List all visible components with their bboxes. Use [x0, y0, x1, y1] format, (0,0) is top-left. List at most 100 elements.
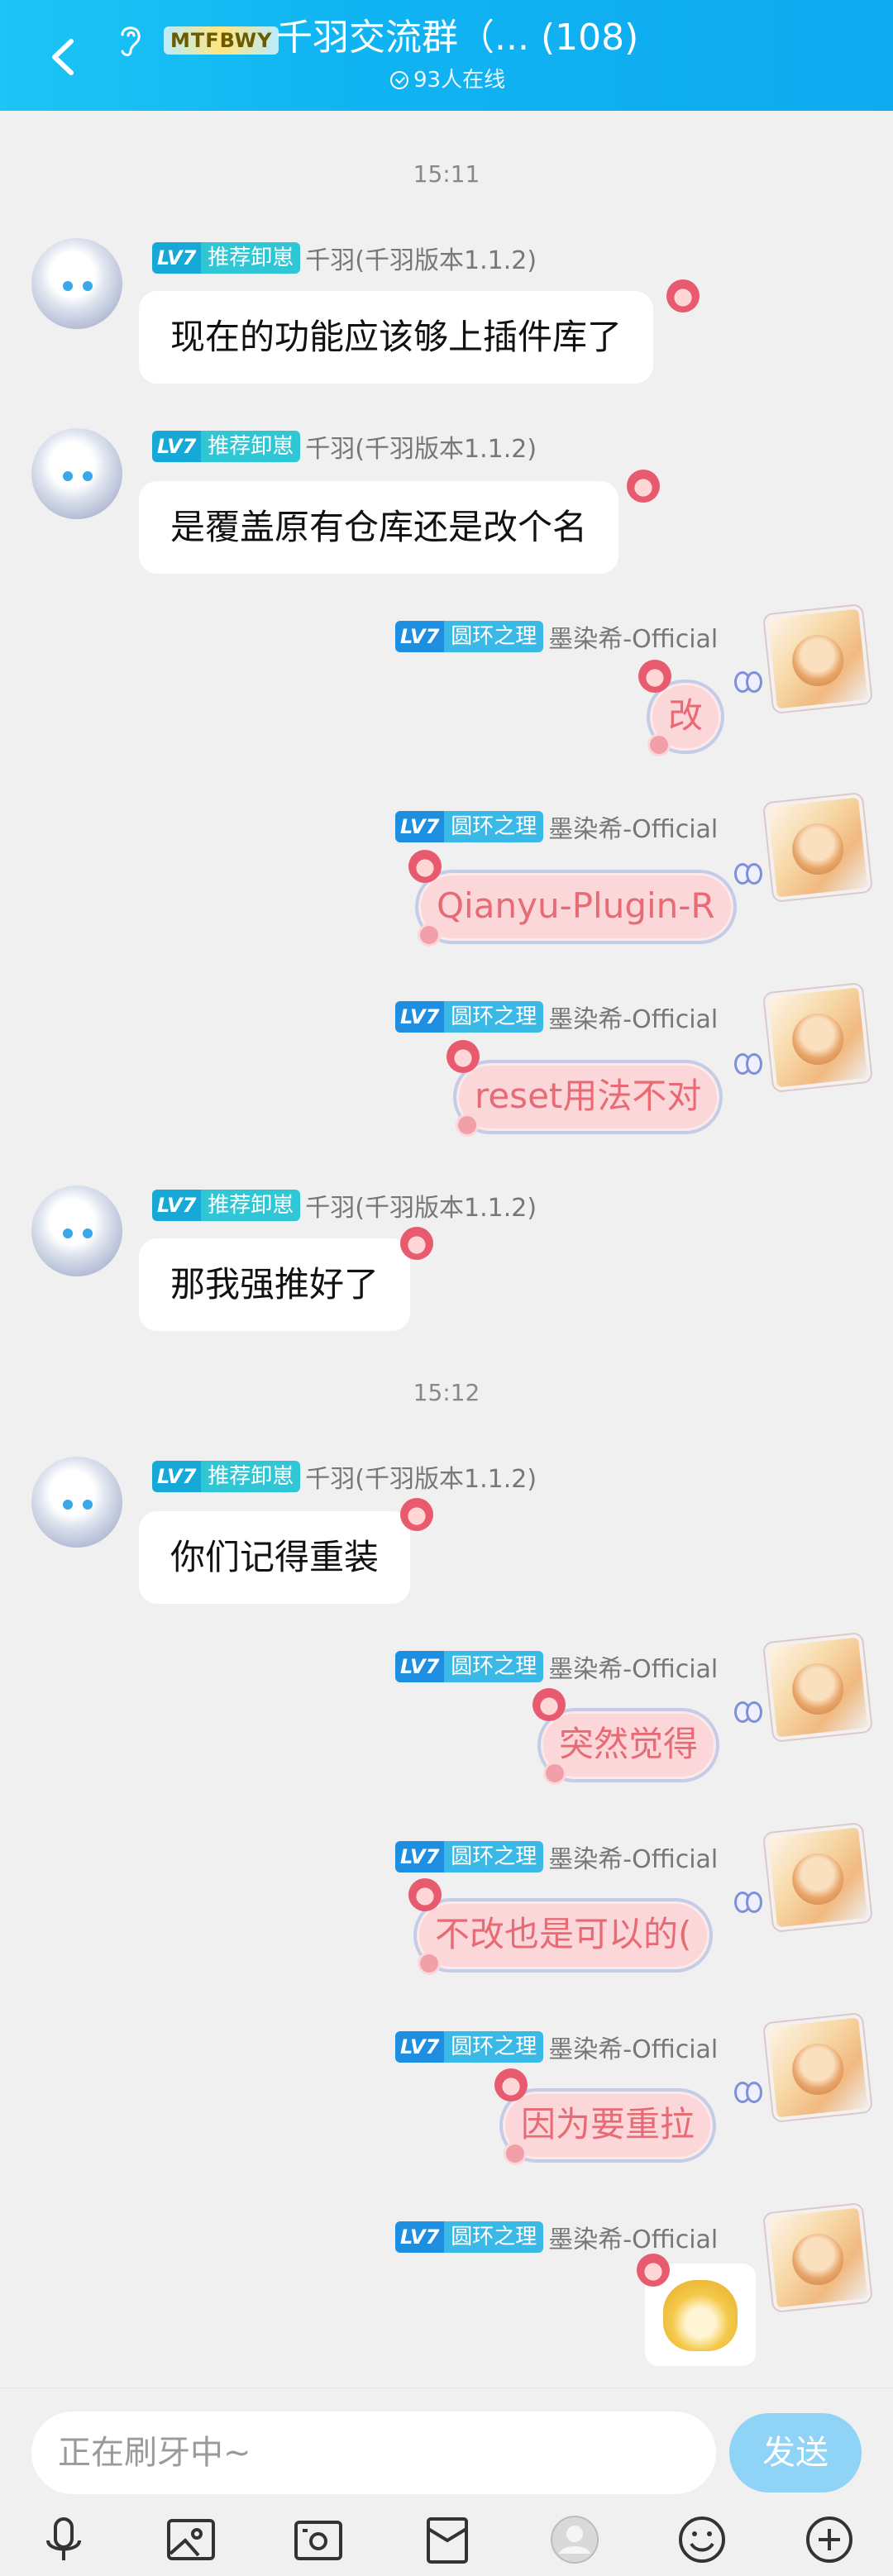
member-title: 圆环之理: [444, 1651, 544, 1682]
sender-line: LV7 圆环之理 墨染希-Official: [395, 2029, 718, 2065]
red-packet-icon[interactable]: [418, 2511, 476, 2569]
level-badge: LV7 推荐卸崽: [152, 1461, 301, 1492]
bubble-decoration-icon: [446, 1040, 480, 1073]
bow-decoration-icon: [734, 860, 762, 885]
message-bubble[interactable]: 因为要重拉: [499, 2088, 717, 2163]
chat-title[interactable]: 千羽交流群（... (108): [276, 15, 638, 61]
level-number: LV7: [152, 1461, 202, 1492]
level-number: LV7: [395, 621, 445, 652]
image-icon[interactable]: [162, 2511, 220, 2569]
member-title: 圆环之理: [444, 621, 544, 652]
level-badge: LV7 推荐卸崽: [152, 1190, 301, 1221]
bubble-decoration-icon: [637, 2254, 670, 2287]
member-title: 圆环之理: [444, 2031, 544, 2063]
message-bubble[interactable]: 是覆盖原有仓库还是改个名: [139, 481, 619, 574]
member-title: 圆环之理: [444, 1001, 544, 1033]
level-badge: LV7 圆环之理: [395, 811, 544, 842]
level-number: LV7: [395, 2031, 445, 2063]
avatar-icon[interactable]: [546, 2511, 604, 2569]
avatar[interactable]: [31, 238, 122, 329]
sender-name[interactable]: 墨染希-Official: [548, 2029, 718, 2065]
avatar[interactable]: [31, 1457, 122, 1548]
level-number: LV7: [152, 242, 202, 274]
member-title: 推荐卸崽: [201, 431, 301, 462]
flower-decoration-icon: [546, 1764, 564, 1782]
sender-name[interactable]: 墨染希-Official: [548, 809, 718, 845]
send-button[interactable]: 发送: [729, 2413, 862, 2493]
flower-decoration-icon: [420, 926, 438, 944]
level-badge: LV7 圆环之理: [395, 621, 544, 652]
timestamp: 15:12: [413, 1379, 480, 1406]
bubble-decoration-icon: [408, 1878, 442, 1911]
message-bubble[interactable]: Qianyu-Plugin-R: [415, 870, 737, 944]
avatar[interactable]: [764, 2204, 872, 2311]
avatar[interactable]: [31, 1185, 122, 1276]
level-badge: LV7 圆环之理: [395, 2221, 544, 2253]
sender-name[interactable]: 千羽(千羽版本1.1.2): [305, 1458, 537, 1495]
dog-sticker-icon: [663, 2280, 738, 2351]
message-bubble[interactable]: reset用法不对: [453, 1060, 723, 1134]
ear-icon[interactable]: [116, 21, 144, 58]
bubble-decoration-icon: [494, 2068, 528, 2101]
avatar[interactable]: [764, 1824, 872, 1931]
sender-name[interactable]: 墨染希-Official: [548, 618, 718, 655]
level-number: LV7: [395, 1001, 445, 1033]
avatar[interactable]: [764, 2014, 872, 2121]
back-icon[interactable]: [46, 36, 79, 78]
message-bubble[interactable]: 那我强推好了: [139, 1238, 411, 1331]
sender-name[interactable]: 千羽(千羽版本1.1.2): [305, 240, 537, 276]
level-badge: LV7 推荐卸崽: [152, 431, 301, 462]
bubble-decoration-icon: [666, 279, 700, 312]
message-input[interactable]: 正在刷牙中~: [31, 2411, 716, 2494]
message-bubble[interactable]: 现在的功能应该够上插件库了: [139, 291, 654, 384]
online-status: 93人在线: [390, 66, 505, 94]
sender-name[interactable]: 墨染希-Official: [548, 1839, 718, 1875]
online-count: 93人在线: [413, 68, 506, 93]
sender-line: LV7 圆环之理 墨染希-Official: [395, 2219, 718, 2255]
message-bubble[interactable]: 不改也是可以的(: [413, 1898, 714, 1973]
flower-decoration-icon: [458, 1116, 476, 1134]
level-badge: LV7 圆环之理: [395, 2031, 544, 2063]
camera-icon[interactable]: [289, 2511, 347, 2569]
microphone-icon[interactable]: [35, 2511, 93, 2569]
sender-line: LV7 圆环之理 墨染希-Official: [395, 1648, 718, 1685]
sender-name[interactable]: 墨染希-Official: [548, 999, 718, 1035]
level-number: LV7: [152, 431, 202, 462]
avatar[interactable]: [764, 794, 872, 901]
level-number: LV7: [395, 811, 445, 842]
sender-line: LV7 圆环之理 墨染希-Official: [395, 1839, 718, 1875]
plus-icon[interactable]: [800, 2511, 858, 2569]
sender-name[interactable]: 千羽(千羽版本1.1.2): [305, 428, 537, 465]
bubble-decoration-icon: [532, 1688, 566, 1721]
message-bubble[interactable]: 突然觉得: [537, 1708, 720, 1782]
avatar[interactable]: [31, 428, 122, 519]
bow-decoration-icon: [734, 1698, 762, 1723]
sender-name[interactable]: 墨染希-Official: [548, 2219, 718, 2255]
sender-line: LV7 推荐卸崽 千羽(千羽版本1.1.2): [152, 240, 537, 276]
flower-decoration-icon: [506, 2144, 524, 2163]
level-badge: LV7 推荐卸崽: [152, 242, 301, 274]
member-title: 推荐卸崽: [201, 242, 301, 274]
bubble-decoration-icon: [400, 1498, 433, 1531]
avatar[interactable]: [764, 1634, 872, 1741]
sender-name[interactable]: 千羽(千羽版本1.1.2): [305, 1187, 537, 1224]
bow-decoration-icon: [734, 1050, 762, 1075]
avatar[interactable]: [764, 605, 872, 713]
avatar[interactable]: [764, 984, 872, 1091]
sender-line: LV7 圆环之理 墨染希-Official: [395, 809, 718, 845]
bubble-decoration-icon: [408, 850, 442, 883]
timestamp: 15:11: [413, 160, 480, 188]
level-number: LV7: [152, 1190, 202, 1221]
online-check-icon: [390, 71, 408, 89]
composer-bar: 正在刷牙中~ 发送: [0, 2388, 893, 2576]
sender-name[interactable]: 墨染希-Official: [548, 1648, 718, 1685]
bow-decoration-icon: [734, 668, 762, 693]
sender-line: LV7 推荐卸崽 千羽(千羽版本1.1.2): [152, 428, 537, 465]
message-bubble[interactable]: 你们记得重装: [139, 1511, 411, 1604]
member-title: 圆环之理: [444, 1841, 544, 1872]
emoji-icon[interactable]: [673, 2511, 731, 2569]
bubble-decoration-icon: [400, 1227, 433, 1260]
chat-header: MTFBWY 千羽交流群（... (108) 93人在线: [0, 0, 893, 111]
level-badge: LV7 圆环之理: [395, 1651, 544, 1682]
member-title: 推荐卸崽: [201, 1190, 301, 1221]
